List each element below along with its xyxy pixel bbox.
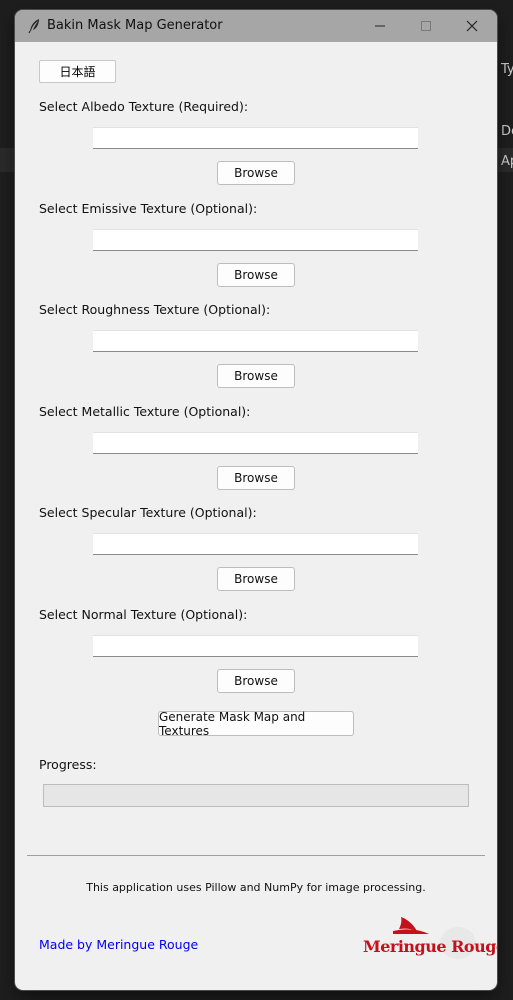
roughness-path-input[interactable] <box>93 330 418 352</box>
albedo-browse-button[interactable]: Browse <box>217 161 295 185</box>
generate-button[interactable]: Generate Mask Map and Textures <box>158 710 354 738</box>
close-icon <box>466 20 478 32</box>
specular-path-input[interactable] <box>93 533 418 555</box>
progress-label: Progress: <box>39 757 97 772</box>
progress-bar <box>43 784 469 807</box>
emissive-path-input[interactable] <box>93 229 418 251</box>
metallic-browse-button[interactable]: Browse <box>217 466 295 490</box>
background-text-2: De <box>501 124 513 139</box>
background-text-1: Ty <box>501 62 513 77</box>
minimize-button[interactable] <box>357 10 403 42</box>
title-bar[interactable]: Bakin Mask Map Generator <box>15 10 497 42</box>
minimize-icon <box>375 25 385 27</box>
specular-label: Select Specular Texture (Optional): <box>39 505 257 520</box>
emissive-label: Select Emissive Texture (Optional): <box>39 201 258 216</box>
normal-path-input[interactable] <box>93 635 418 657</box>
metallic-path-input[interactable] <box>93 432 418 454</box>
specular-browse-button[interactable]: Browse <box>217 567 295 591</box>
made-by-link[interactable]: Made by Meringue Rouge <box>39 937 198 952</box>
meringue-rouge-logo: Meringue Rouge <box>363 915 497 965</box>
normal-label: Select Normal Texture (Optional): <box>39 607 248 622</box>
maximize-icon <box>421 21 431 31</box>
window-title: Bakin Mask Map Generator <box>47 18 223 33</box>
credits-text: This application uses Pillow and NumPy f… <box>86 881 426 894</box>
roughness-label: Select Roughness Texture (Optional): <box>39 302 271 317</box>
maximize-button[interactable] <box>403 10 449 42</box>
albedo-path-input[interactable] <box>93 127 418 149</box>
normal-browse-button[interactable]: Browse <box>217 669 295 693</box>
emissive-browse-button[interactable]: Browse <box>217 263 295 287</box>
main-window: Bakin Mask Map Generator 日本語 Select Albe… <box>15 10 497 990</box>
close-button[interactable] <box>449 10 495 42</box>
metallic-label: Select Metallic Texture (Optional): <box>39 404 251 419</box>
albedo-label: Select Albedo Texture (Required): <box>39 99 249 114</box>
feather-icon <box>27 18 43 34</box>
footer-divider <box>27 855 485 856</box>
language-toggle-button[interactable]: 日本語 <box>39 60 116 83</box>
logo-text: Meringue Rouge <box>363 937 497 956</box>
background-text-3: Ap <box>501 154 513 169</box>
roughness-browse-button[interactable]: Browse <box>217 364 295 388</box>
